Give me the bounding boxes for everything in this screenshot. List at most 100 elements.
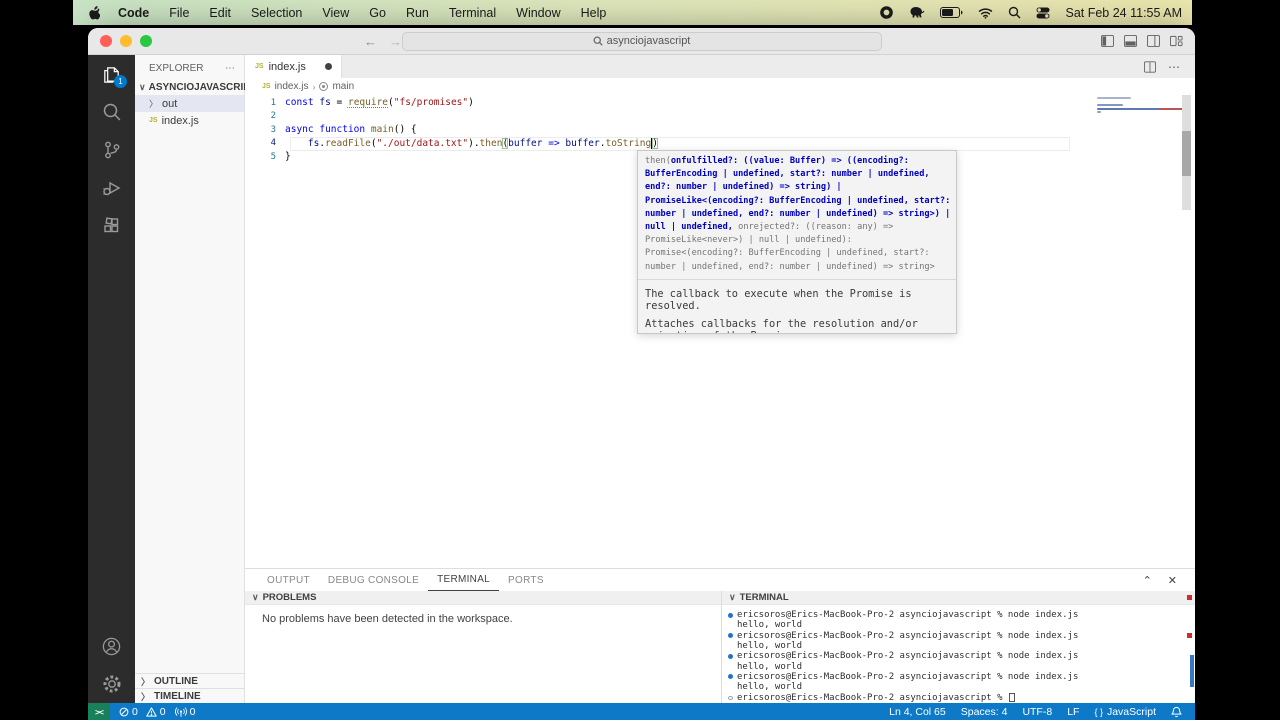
menu-edit[interactable]: Edit xyxy=(199,6,241,20)
menu-go[interactable]: Go xyxy=(359,6,396,20)
terminal-view[interactable]: ∨ TERMINAL ericsoros@Erics-MacBook-Pro-2… xyxy=(722,591,1195,703)
menubar-clock[interactable]: Sat Feb 24 11:55 AM xyxy=(1065,6,1182,20)
terminal-line: hello, world xyxy=(728,661,1195,672)
activity-bar: 1 xyxy=(88,55,135,703)
toggle-primary-sidebar-icon[interactable] xyxy=(1101,35,1114,47)
chevron-right-icon: 〉 xyxy=(141,691,151,702)
panel-tab-ports[interactable]: PORTS xyxy=(499,569,553,591)
search-view-button[interactable] xyxy=(88,93,135,131)
doc-line-1: The callback to execute when the Promise… xyxy=(645,287,912,312)
minimap[interactable] xyxy=(1097,97,1167,115)
terminal-line: hello, world xyxy=(728,641,1195,651)
breadcrumb-symbol[interactable]: main xyxy=(332,81,354,92)
menu-file[interactable]: File xyxy=(159,6,199,20)
file-row-out[interactable]: 〉 out xyxy=(135,95,244,112)
line-number: 1 xyxy=(270,97,276,108)
indentation[interactable]: Spaces: 4 xyxy=(961,706,1008,718)
problems-status[interactable]: 0 0 xyxy=(119,706,166,718)
split-editor-icon[interactable] xyxy=(1144,60,1156,73)
status-bar: >< 0 0 0 Ln 4, Col 65 Spaces: 4 UTF-8 LF… xyxy=(88,703,1195,720)
menu-code[interactable]: Code xyxy=(108,6,159,20)
menu-window[interactable]: Window xyxy=(506,6,570,20)
code-line[interactable]: 3 async function main() { xyxy=(245,123,1195,137)
chevron-down-icon[interactable]: ∨ xyxy=(252,592,259,603)
terminal-scrollbar[interactable] xyxy=(1190,655,1194,687)
editor-scrollbar[interactable] xyxy=(1182,95,1191,210)
extensions-view-button[interactable] xyxy=(88,207,135,245)
problems-message: No problems have been detected in the wo… xyxy=(262,613,513,625)
symbol-method-icon xyxy=(319,82,329,91)
wifi-icon[interactable] xyxy=(978,7,993,19)
code-editor[interactable]: 1 const fs = require("fs/promises") 2 3 asyn… xyxy=(245,95,1195,568)
forward-button[interactable]: → xyxy=(389,34,402,49)
toggle-panel-icon[interactable] xyxy=(1124,35,1137,47)
close-panel-icon[interactable]: ✕ xyxy=(1168,574,1177,587)
menu-terminal[interactable]: Terminal xyxy=(439,6,506,20)
menu-help[interactable]: Help xyxy=(571,6,617,20)
spotlight-search-icon[interactable] xyxy=(1008,6,1021,19)
panel-tab-output[interactable]: OUTPUT xyxy=(258,569,319,591)
notifications-bell-icon[interactable] xyxy=(1171,706,1182,718)
js-file-icon: JS xyxy=(255,63,264,70)
cursor-position[interactable]: Ln 4, Col 65 xyxy=(889,706,946,718)
modified-dot-icon[interactable] xyxy=(324,63,332,70)
chevron-down-icon: ∨ xyxy=(139,82,146,92)
source-control-view-button[interactable] xyxy=(88,131,135,169)
line-number: 3 xyxy=(270,124,276,135)
timeline-section[interactable]: 〉 TIMELINE xyxy=(135,688,244,703)
outline-section[interactable]: 〉 OUTLINE xyxy=(135,673,244,688)
control-center-icon[interactable] xyxy=(1036,7,1050,19)
zoom-window-button[interactable] xyxy=(140,35,152,47)
remote-indicator[interactable]: >< xyxy=(88,703,110,720)
minimize-window-button[interactable] xyxy=(120,35,132,47)
command-decoration-icon xyxy=(728,633,733,639)
breadcrumb-file[interactable]: index.js xyxy=(275,81,309,92)
workspace-root-row[interactable]: ∨ ASYNCIOJAVASCRIPT xyxy=(135,80,256,95)
panel-tab-terminal[interactable]: TERMINAL xyxy=(428,569,500,591)
command-center-search[interactable]: asynciojavascript xyxy=(401,31,882,51)
git-branch-icon xyxy=(104,141,119,159)
file-row-indexjs[interactable]: JS index.js xyxy=(135,112,244,129)
battery-icon xyxy=(940,7,963,18)
parameter-hints-popup: then(onfulfilled?: ((value: Buffer) => (… xyxy=(637,150,957,334)
menu-selection[interactable]: Selection xyxy=(241,6,312,20)
accounts-button[interactable] xyxy=(88,627,135,665)
signature-line: null | undefined, onrejected?: ((reason:… xyxy=(645,222,894,233)
explorer-more-actions[interactable]: ⋯ xyxy=(225,63,236,74)
terminal-lines: ericsoros@Erics-MacBook-Pro-2 asynciojav… xyxy=(722,605,1195,703)
panel-tab-debug-console[interactable]: DEBUG CONSOLE xyxy=(319,569,428,591)
explorer-view-button[interactable]: 1 xyxy=(88,55,135,93)
settings-button[interactable] xyxy=(88,665,135,703)
chevron-down-icon[interactable]: ∨ xyxy=(729,592,736,603)
back-button[interactable]: ← xyxy=(364,34,377,49)
code-line[interactable]: 1 const fs = require("fs/promises") xyxy=(245,96,1195,110)
language-mode[interactable]: { } JavaScript xyxy=(1094,706,1156,718)
ports-status[interactable]: 0 xyxy=(174,706,195,718)
signature-line: PromiseLike<never>) | null | undefined): xyxy=(645,235,852,246)
broadcast-icon xyxy=(174,706,187,717)
terminal-line: hello, world xyxy=(728,682,1195,692)
problems-view: ∨ PROBLEMS No problems have been detecte… xyxy=(245,591,722,703)
encoding[interactable]: UTF-8 xyxy=(1022,706,1052,718)
code-line[interactable]: 4 fs.readFile("./out/data.txt").then(buf… xyxy=(245,137,1195,151)
maximize-panel-icon[interactable]: ⌃ xyxy=(1143,574,1152,587)
tab-indexjs[interactable]: JS index.js xyxy=(245,55,342,78)
run-debug-view-button[interactable] xyxy=(88,169,135,207)
more-actions-icon[interactable]: ⋯ xyxy=(1168,60,1181,74)
terminal-line-indent xyxy=(728,623,733,628)
signature-line: PromiseLike<(encoding?: BufferEncoding |… xyxy=(645,195,951,206)
menu-run[interactable]: Run xyxy=(396,6,439,20)
close-window-button[interactable] xyxy=(100,35,112,47)
terminal-cursor xyxy=(1008,693,1015,703)
eol-sequence[interactable]: LF xyxy=(1067,706,1079,718)
mammoth-app-icon[interactable] xyxy=(908,6,925,19)
extensions-icon xyxy=(103,217,118,233)
record-icon[interactable] xyxy=(880,6,894,19)
code-line[interactable]: 2 xyxy=(245,110,1195,124)
apple-menu[interactable] xyxy=(73,5,108,20)
window-controls xyxy=(100,35,152,47)
menu-view[interactable]: View xyxy=(312,6,359,20)
toggle-secondary-sidebar-icon[interactable] xyxy=(1147,35,1160,47)
gear-icon xyxy=(103,675,120,693)
customize-layout-icon[interactable] xyxy=(1170,35,1183,47)
